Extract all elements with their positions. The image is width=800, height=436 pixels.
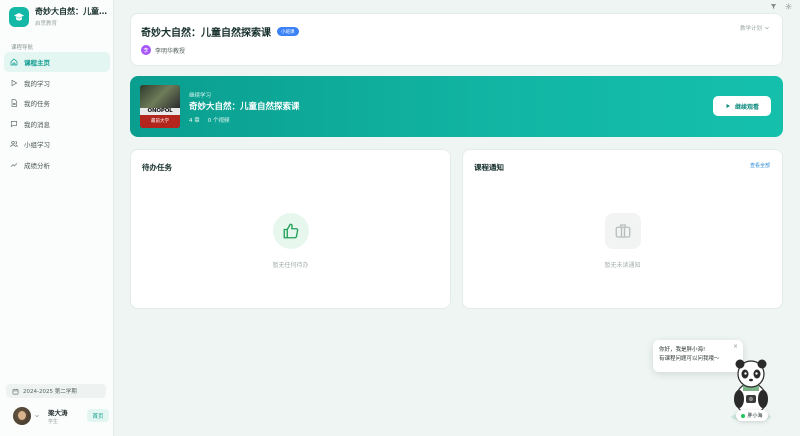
course-title: 奇妙大自然：儿童自然探索课	[141, 28, 271, 39]
class-type-badge: 小班课	[277, 27, 299, 36]
todo-empty-text: 暂无任何待办	[272, 262, 309, 269]
banner-kicker: 继续学习	[189, 93, 212, 99]
play-icon	[726, 104, 730, 108]
video-count: 0 个视频	[207, 118, 230, 124]
brand[interactable]: 奇妙大自然：儿童自然探索课 启思教育	[9, 6, 109, 27]
top-toolbar	[770, 3, 792, 10]
teacher-avatar: 李	[141, 45, 151, 55]
calendar-icon	[12, 388, 19, 394]
chevron-down-icon	[765, 26, 769, 30]
sidebar-item-label: 课程主页	[24, 59, 50, 67]
continue-watching-button[interactable]: 继续观看	[713, 96, 771, 116]
thumbs-up-icon	[272, 213, 309, 249]
brand-subtitle: 启思教育	[35, 21, 58, 27]
sidebar-item-my-learning[interactable]: 我的学习	[4, 73, 110, 93]
play-icon	[11, 79, 18, 86]
sidebar-nav: 课程主页 我的学习 我的任务 我的消息 小组学习 成绩分析	[4, 52, 110, 175]
user-profile[interactable]: 梁大涛 学生 首页	[13, 405, 109, 427]
teacher-name: 李明华教授	[155, 47, 186, 55]
group-icon	[10, 140, 18, 148]
sidebar-item-label: 我的学习	[24, 79, 50, 88]
continue-watching-label: 继续观看	[734, 103, 759, 111]
user-role: 学生	[48, 419, 59, 425]
user-name: 梁大涛	[48, 409, 68, 417]
banner-meta: 4 章 0 个视频	[189, 116, 230, 124]
course-header-card: 奇妙大自然：儿童自然探索课 小班课 李 李明华教授 教学计划	[130, 13, 783, 66]
nav-heading: 课程导航	[11, 45, 34, 51]
notice-panel: 课程通知 查看全部 暂无未读通知	[462, 149, 783, 309]
sidebar-item-label: 成绩分析	[24, 161, 50, 170]
sidebar-item-my-messages[interactable]: 我的消息	[4, 114, 110, 134]
brand-title: 奇妙大自然：儿童自然探索课	[35, 7, 109, 16]
close-icon[interactable]: ×	[733, 343, 738, 350]
assistant-name-tag[interactable]: 胖小海	[736, 410, 768, 421]
banner-course-title: 奇妙大自然：儿童自然探索课	[189, 102, 300, 112]
sidebar-item-label: 我的消息	[24, 120, 50, 129]
todo-title: 待办任务	[142, 163, 172, 172]
online-status-dot	[741, 413, 746, 418]
assistant-name: 胖小海	[747, 413, 763, 419]
document-icon	[11, 99, 18, 107]
teaching-plan-label: 教学计划	[739, 26, 762, 32]
filter-icon[interactable]	[770, 3, 777, 10]
sidebar-item-label: 小组学习	[24, 141, 50, 149]
teacher-info: 李 李明华教授	[141, 45, 185, 55]
teaching-plan-dropdown[interactable]: 教学计划	[740, 24, 770, 32]
sidebar-item-group-study[interactable]: 小组学习	[4, 134, 110, 154]
cover-subtext: 最前大学	[140, 115, 180, 128]
home-icon	[10, 58, 18, 66]
course-title-row: 奇妙大自然：儿童自然探索课 小班课	[141, 24, 299, 39]
continue-learning-banner: ONOPOL 最前大学 继续学习 奇妙大自然：儿童自然探索课 4 章 0 个视频…	[130, 76, 783, 137]
chart-icon	[10, 162, 18, 167]
assistant-greeting: 你好，我是胖小海!	[659, 347, 706, 353]
term-label: 2024-2025 第二学期	[23, 389, 77, 395]
sidebar-item-label: 我的任务	[24, 100, 50, 108]
avatar[interactable]	[13, 407, 31, 425]
sidebar-item-grade-analysis[interactable]: 成绩分析	[4, 155, 110, 175]
view-all-link[interactable]: 查看全部	[750, 162, 770, 169]
term-selector[interactable]: 2024-2025 第二学期	[6, 384, 106, 398]
notice-empty-text: 暂无未读通知	[604, 262, 641, 269]
sidebar-item-my-tasks[interactable]: 我的任务	[4, 93, 110, 113]
sidebar: 奇妙大自然：儿童自然探索课 启思教育 课程导航 课程主页 我的学习 我的任务 我…	[0, 0, 114, 436]
settings-icon[interactable]	[785, 3, 792, 10]
home-button[interactable]: 首页	[87, 409, 109, 422]
message-icon	[10, 120, 18, 127]
course-cover-image[interactable]: ONOPOL 最前大学	[140, 85, 180, 128]
chevron-down-icon[interactable]	[34, 413, 40, 419]
graduation-cap-icon	[9, 6, 29, 27]
notice-title: 课程通知	[474, 163, 504, 172]
cover-text: ONOPOL	[140, 108, 180, 115]
briefcase-icon	[604, 213, 641, 249]
chapter-count: 4 章	[189, 118, 200, 124]
todo-panel: 待办任务 暂无任何待办	[130, 149, 451, 309]
sidebar-item-course-home[interactable]: 课程主页	[4, 52, 110, 72]
